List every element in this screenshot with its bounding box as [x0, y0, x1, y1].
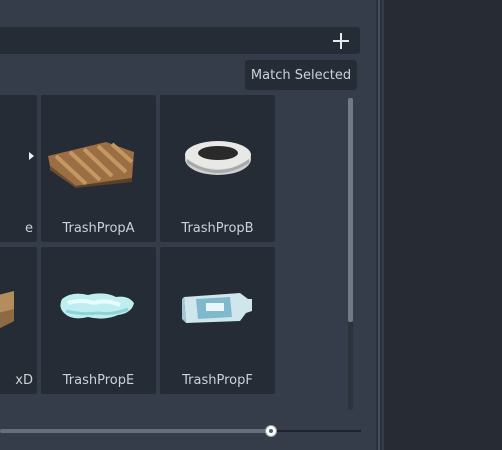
add-button[interactable]: [330, 30, 352, 52]
bottle-thumbnail: [182, 289, 254, 331]
asset-tile[interactable]: e: [0, 95, 37, 242]
asset-label: e: [25, 221, 33, 236]
pallet-thumbnail: [46, 140, 136, 192]
asset-label: TrashPropA: [62, 221, 135, 236]
asset-label: TrashPropE: [62, 373, 135, 388]
zoom-slider-track[interactable]: [271, 430, 361, 432]
asset-tile[interactable]: xD: [0, 247, 37, 394]
zoom-slider-fill: [0, 429, 271, 433]
bag-thumbnail: [58, 289, 138, 327]
asset-tile[interactable]: TrashPropF: [160, 247, 275, 394]
tire-thumbnail: [183, 137, 253, 181]
zoom-slider-handle[interactable]: [265, 425, 277, 437]
scrollbar-thumb[interactable]: [348, 98, 353, 322]
asset-label: TrashPropF: [182, 373, 253, 388]
match-selected-button[interactable]: Match Selected: [245, 60, 357, 90]
asset-tile[interactable]: TrashPropB: [160, 95, 275, 242]
box-thumbnail: [0, 291, 16, 335]
separator-line: [378, 0, 380, 450]
filter-bar[interactable]: [0, 27, 360, 54]
asset-thumbnail: [28, 147, 36, 166]
asset-panel: Match Selected e TrashPropA TrashPropB x…: [0, 0, 376, 450]
asset-label: TrashPropB: [181, 221, 254, 236]
asset-tile[interactable]: TrashPropA: [41, 95, 156, 242]
asset-tile[interactable]: TrashPropE: [41, 247, 156, 394]
asset-label: xD: [15, 373, 33, 388]
right-dock-panel: [384, 0, 502, 450]
